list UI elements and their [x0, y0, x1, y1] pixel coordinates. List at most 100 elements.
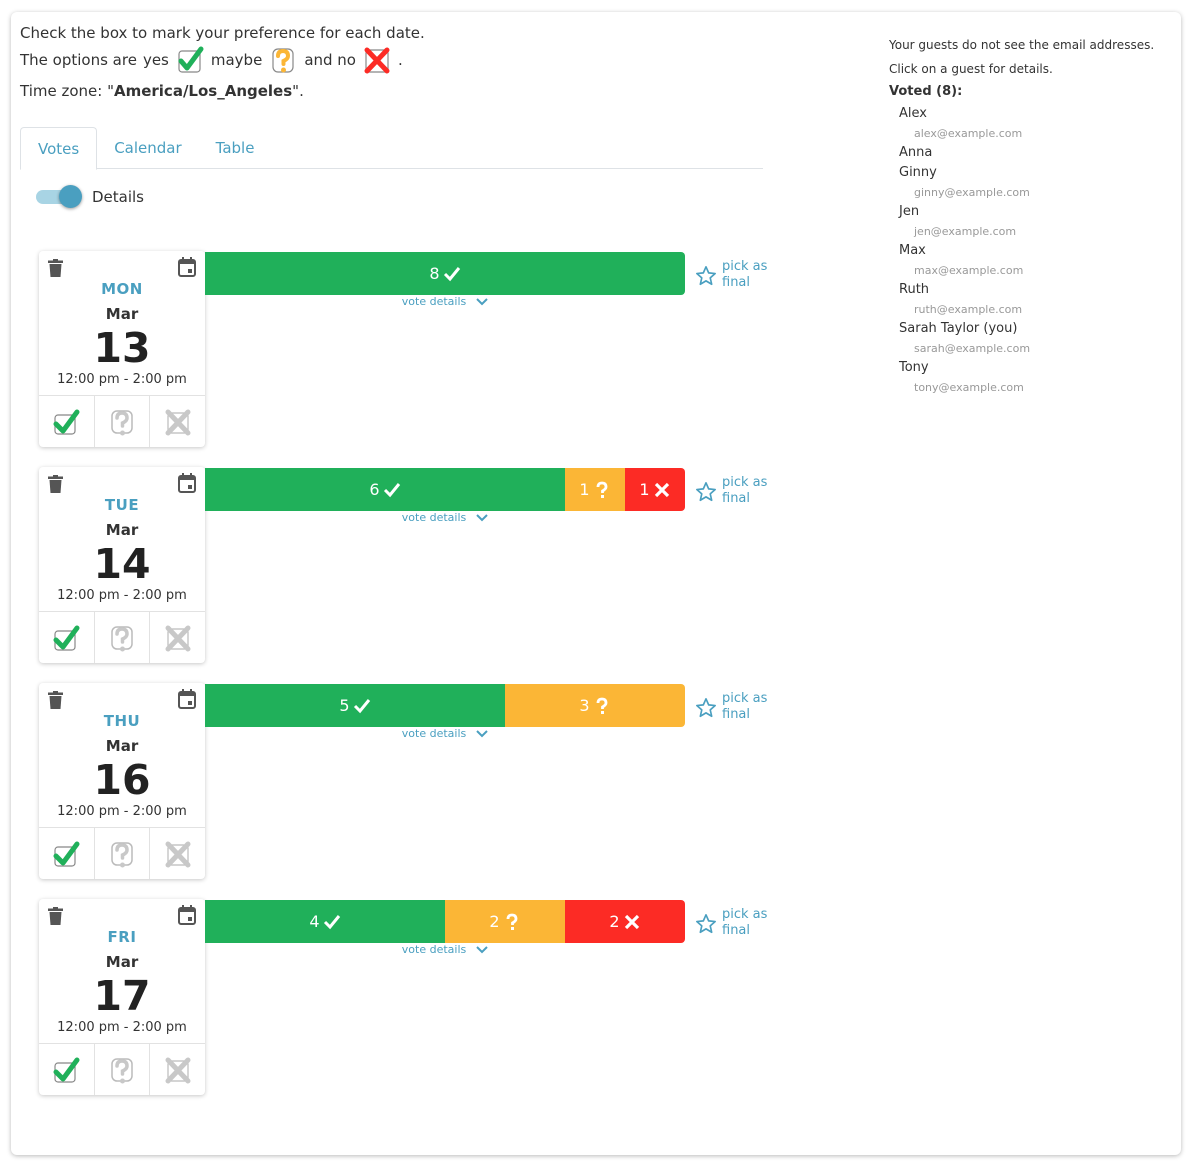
- vote-maybe-checkbox[interactable]: [95, 828, 151, 879]
- vote-details-label: vote details: [401, 943, 467, 956]
- vote-segment-yes: 4: [205, 900, 445, 943]
- vote-maybe-checkbox[interactable]: [95, 396, 151, 447]
- vote-segment-no: 2: [565, 900, 685, 943]
- trash-icon[interactable]: [48, 475, 63, 493]
- vote-count-maybe: 2: [489, 912, 500, 931]
- toggle-switch[interactable]: [36, 185, 82, 208]
- vote-no-checkbox[interactable]: [150, 1044, 205, 1095]
- options-prefix: The options are: [20, 50, 137, 69]
- details-toggle[interactable]: Details: [36, 185, 145, 208]
- check-icon: [323, 914, 340, 929]
- vote-no-checkbox[interactable]: [150, 396, 205, 447]
- vote-yes-checkbox[interactable]: [39, 1044, 95, 1095]
- day-number: 14: [93, 540, 151, 588]
- vote-choices: [39, 395, 205, 447]
- tab-calendar[interactable]: Calendar: [97, 127, 198, 169]
- tab-table[interactable]: Table: [199, 127, 272, 169]
- guest-name[interactable]: Anna: [899, 143, 1169, 163]
- vote-details-link[interactable]: vote details: [205, 727, 685, 740]
- vote-segment-maybe: 2: [445, 900, 565, 943]
- toggle-label: Details: [92, 188, 145, 206]
- time-range: 12:00 pm - 2:00 pm: [57, 372, 187, 387]
- star-icon: [696, 482, 716, 502]
- maybe-question-icon: [111, 409, 133, 435]
- vote-tally-bar: 53: [205, 684, 685, 727]
- pick-as-final-button[interactable]: pick as final: [695, 259, 772, 291]
- yes-check-icon: [53, 625, 80, 651]
- vote-segment-maybe: 1: [565, 468, 625, 511]
- time-range: 12:00 pm - 2:00 pm: [57, 588, 187, 603]
- calendar-add-icon[interactable]: [178, 257, 196, 277]
- yes-check-icon: [53, 841, 80, 867]
- x-icon: [654, 482, 669, 497]
- date-card: FRI Mar 17 12:00 pm - 2:00 pm: [39, 899, 205, 1095]
- no-x-icon: [364, 47, 390, 73]
- calendar-add-icon[interactable]: [178, 473, 196, 493]
- chevron-down-icon: [476, 730, 488, 738]
- maybe-question-icon: [272, 47, 294, 73]
- vote-no-checkbox[interactable]: [150, 828, 205, 879]
- toggle-knob[interactable]: [59, 185, 82, 208]
- pick-as-final-button[interactable]: pick as final: [695, 907, 772, 939]
- vote-details-link[interactable]: vote details: [205, 943, 685, 956]
- check-icon: [383, 482, 400, 497]
- star-icon: [696, 266, 716, 286]
- vote-maybe-checkbox[interactable]: [95, 1044, 151, 1095]
- pick-as-final-button[interactable]: pick as final: [695, 691, 772, 723]
- timezone-prefix: Time zone: ": [20, 81, 114, 100]
- guest-email: alex@example.com: [914, 127, 1023, 140]
- vote-maybe-checkbox[interactable]: [95, 612, 151, 663]
- vote-segment-maybe: 3: [505, 684, 685, 727]
- trash-icon[interactable]: [48, 907, 63, 925]
- vote-count-maybe: 1: [579, 480, 590, 499]
- guest-name[interactable]: Ruth: [899, 280, 1169, 300]
- pick-as-final-button[interactable]: pick as final: [695, 475, 772, 507]
- date-card: MON Mar 13 12:00 pm - 2:00 pm: [39, 251, 205, 447]
- guest-sidebar: Your guests do not see the email address…: [889, 34, 1169, 397]
- month: Mar: [105, 521, 139, 539]
- timezone-line: Time zone: " America/Los_Angeles ".: [20, 75, 425, 106]
- date-card: TUE Mar 14 12:00 pm - 2:00 pm: [39, 467, 205, 663]
- guest-name[interactable]: Tony: [899, 358, 1169, 378]
- vote-tally-bar: 8: [205, 252, 685, 295]
- vote-yes-checkbox[interactable]: [39, 612, 95, 663]
- vote-details-link[interactable]: vote details: [205, 295, 685, 308]
- guest-email: sarah@example.com: [914, 342, 1031, 355]
- vote-no-checkbox[interactable]: [150, 612, 205, 663]
- trash-icon[interactable]: [48, 259, 63, 277]
- no-x-icon: [165, 1057, 191, 1083]
- guest-name[interactable]: Alex: [899, 104, 1169, 124]
- vote-details-link[interactable]: vote details: [205, 511, 685, 524]
- tab-votes[interactable]: Votes: [20, 127, 98, 170]
- vote-segment-yes: 8: [205, 252, 685, 295]
- guest-name[interactable]: Sarah Taylor (you): [899, 319, 1169, 339]
- day-number: 13: [93, 324, 151, 372]
- maybe-question-icon: [111, 841, 133, 867]
- check-icon: [443, 266, 460, 281]
- vote-yes-checkbox[interactable]: [39, 396, 95, 447]
- question-icon: [596, 481, 607, 498]
- options-legend: The options are yes maybe and no .: [20, 44, 425, 75]
- calendar-add-icon[interactable]: [178, 689, 196, 709]
- vote-count-yes: 5: [339, 696, 350, 715]
- vote-count-maybe: 3: [579, 696, 590, 715]
- vote-details-label: vote details: [401, 727, 467, 740]
- no-x-icon: [165, 409, 191, 435]
- guest-name[interactable]: Jen: [899, 202, 1169, 222]
- guest-email: max@example.com: [914, 264, 1024, 277]
- guest-name[interactable]: Max: [899, 241, 1169, 261]
- yes-check-icon: [53, 1057, 80, 1083]
- trash-icon[interactable]: [48, 691, 63, 709]
- maybe-question-icon: [111, 625, 133, 651]
- star-icon: [696, 698, 716, 718]
- day-of-week: TUE: [104, 496, 140, 514]
- vote-segment-yes: 5: [205, 684, 505, 727]
- vote-yes-checkbox[interactable]: [39, 828, 95, 879]
- vote-count-yes: 8: [429, 264, 440, 283]
- vote-details-label: vote details: [401, 295, 467, 308]
- day-number: 17: [93, 972, 151, 1020]
- calendar-add-icon[interactable]: [178, 905, 196, 925]
- guest-name[interactable]: Ginny: [899, 163, 1169, 183]
- vote-tally-bar: 6 1 1: [205, 468, 685, 511]
- no-label: and no: [304, 50, 356, 69]
